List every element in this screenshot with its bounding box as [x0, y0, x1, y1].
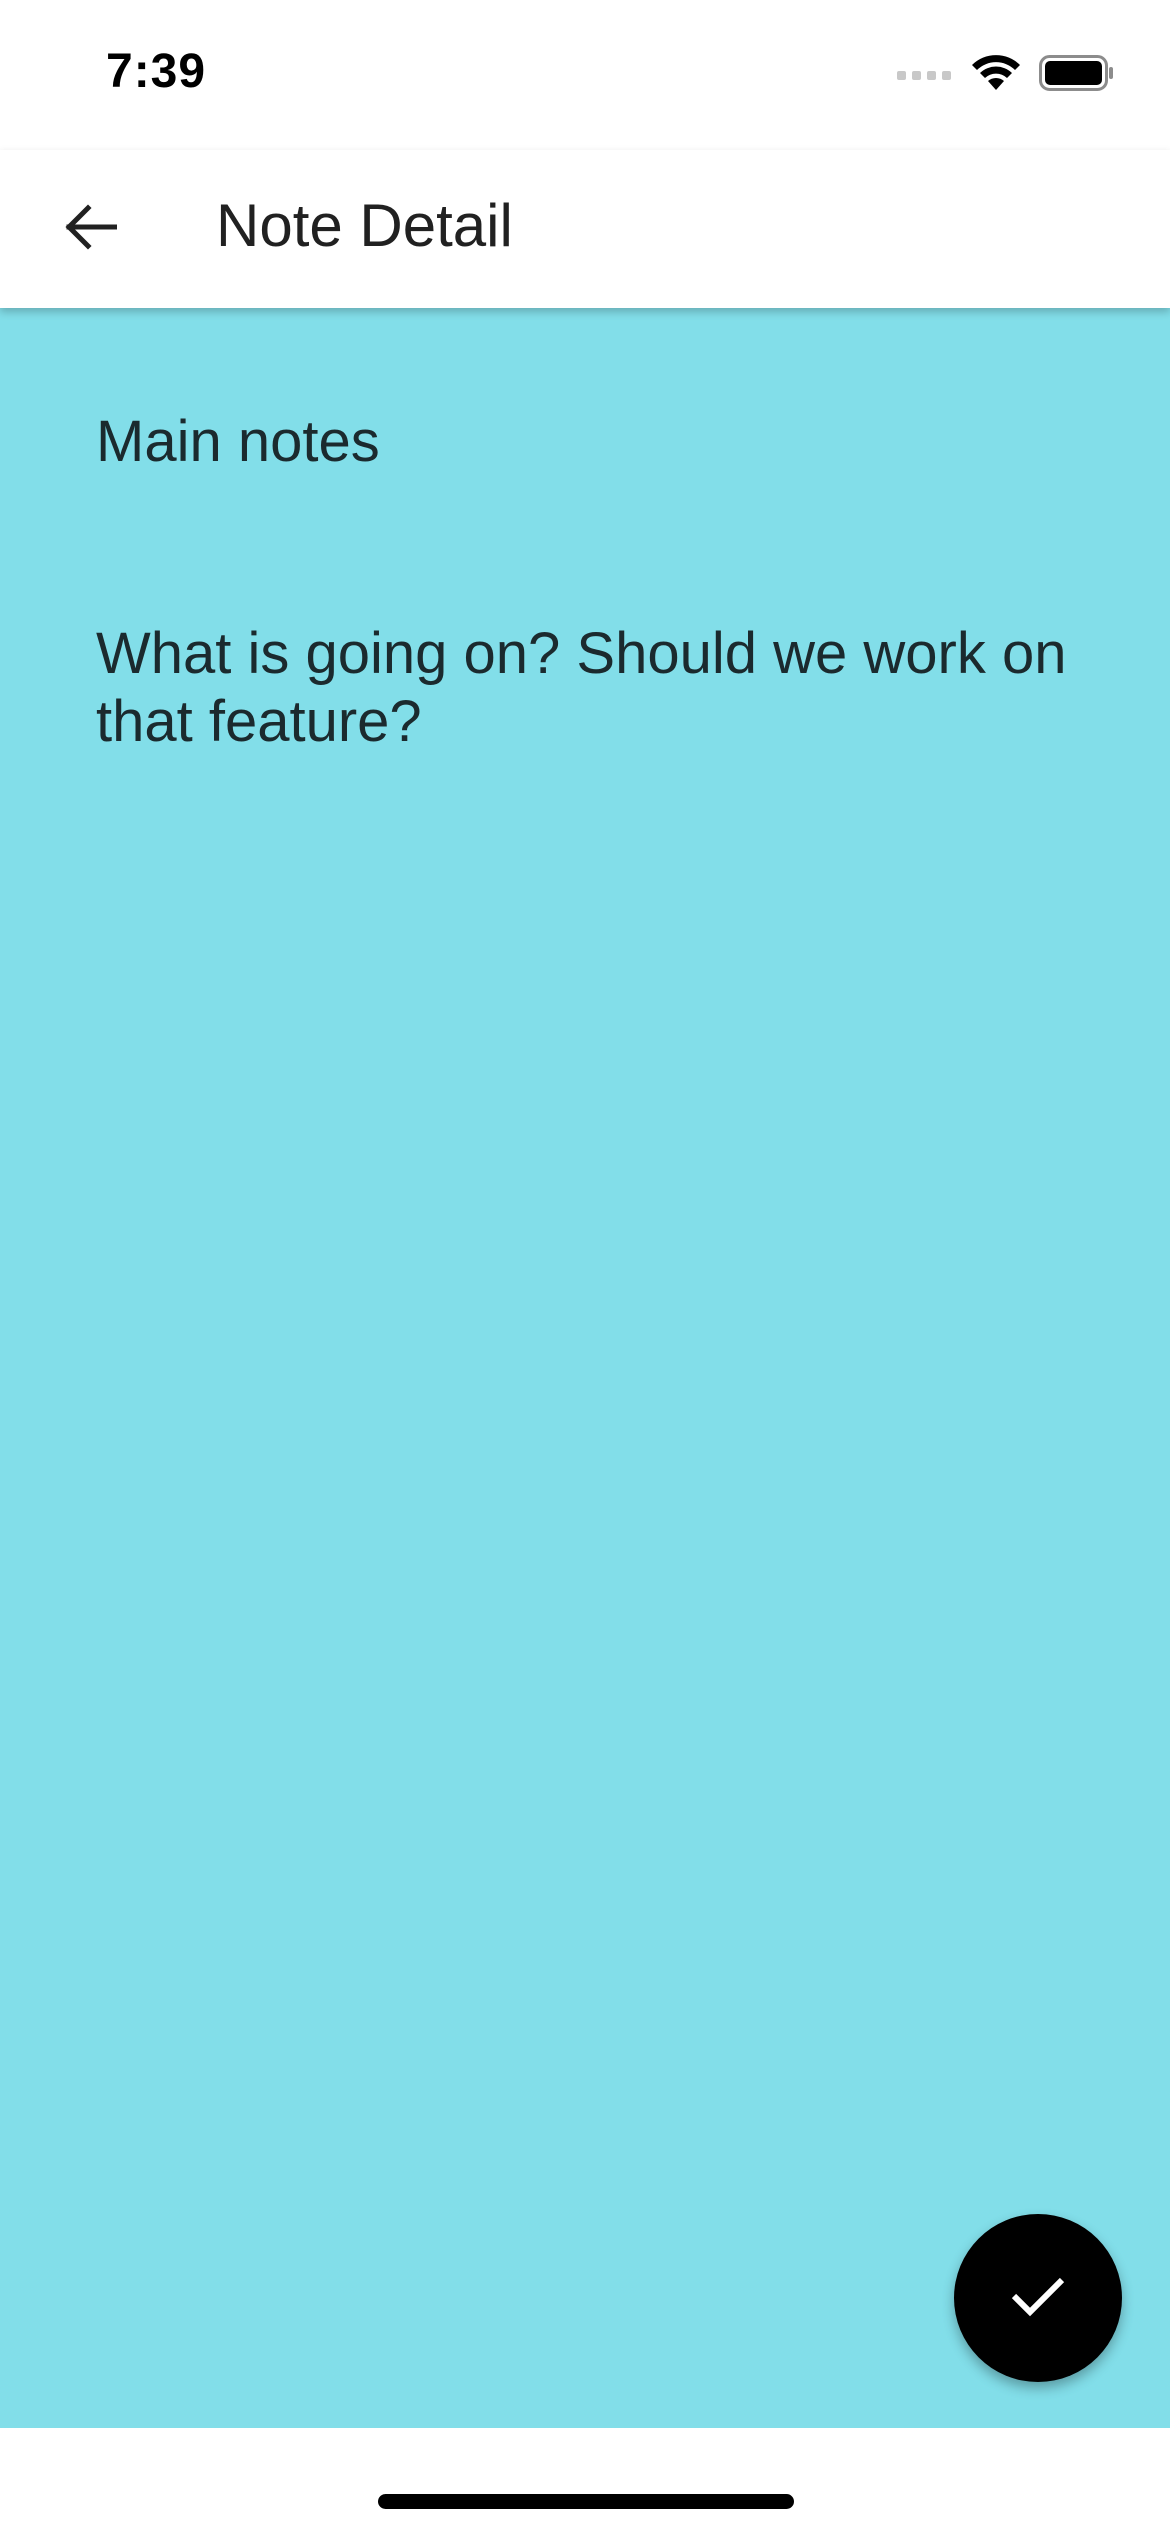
back-button[interactable] [40, 179, 140, 279]
home-indicator[interactable] [378, 2494, 794, 2509]
status-icons [897, 50, 1115, 100]
bottom-safe-area [0, 2428, 1170, 2532]
wifi-icon [971, 54, 1021, 97]
status-bar: 7:39 [0, 0, 1170, 150]
note-content-area: Main notes What is going on? Should we w… [0, 308, 1170, 2428]
battery-icon [1039, 54, 1115, 97]
note-body-field[interactable]: What is going on? Should we work on that… [96, 620, 1076, 756]
note-detail-screen: 7:39 Note Detail Main notes What is goin… [0, 0, 1170, 2532]
note-title-field[interactable]: Main notes [96, 406, 1076, 478]
status-time: 7:39 [106, 45, 207, 98]
arrow-back-icon [63, 203, 118, 255]
app-bar: Note Detail [0, 150, 1170, 308]
cellular-signal-icon [897, 65, 953, 86]
page-title: Note Detail [216, 192, 513, 259]
save-button[interactable] [954, 2214, 1122, 2382]
check-icon [1010, 2274, 1066, 2323]
